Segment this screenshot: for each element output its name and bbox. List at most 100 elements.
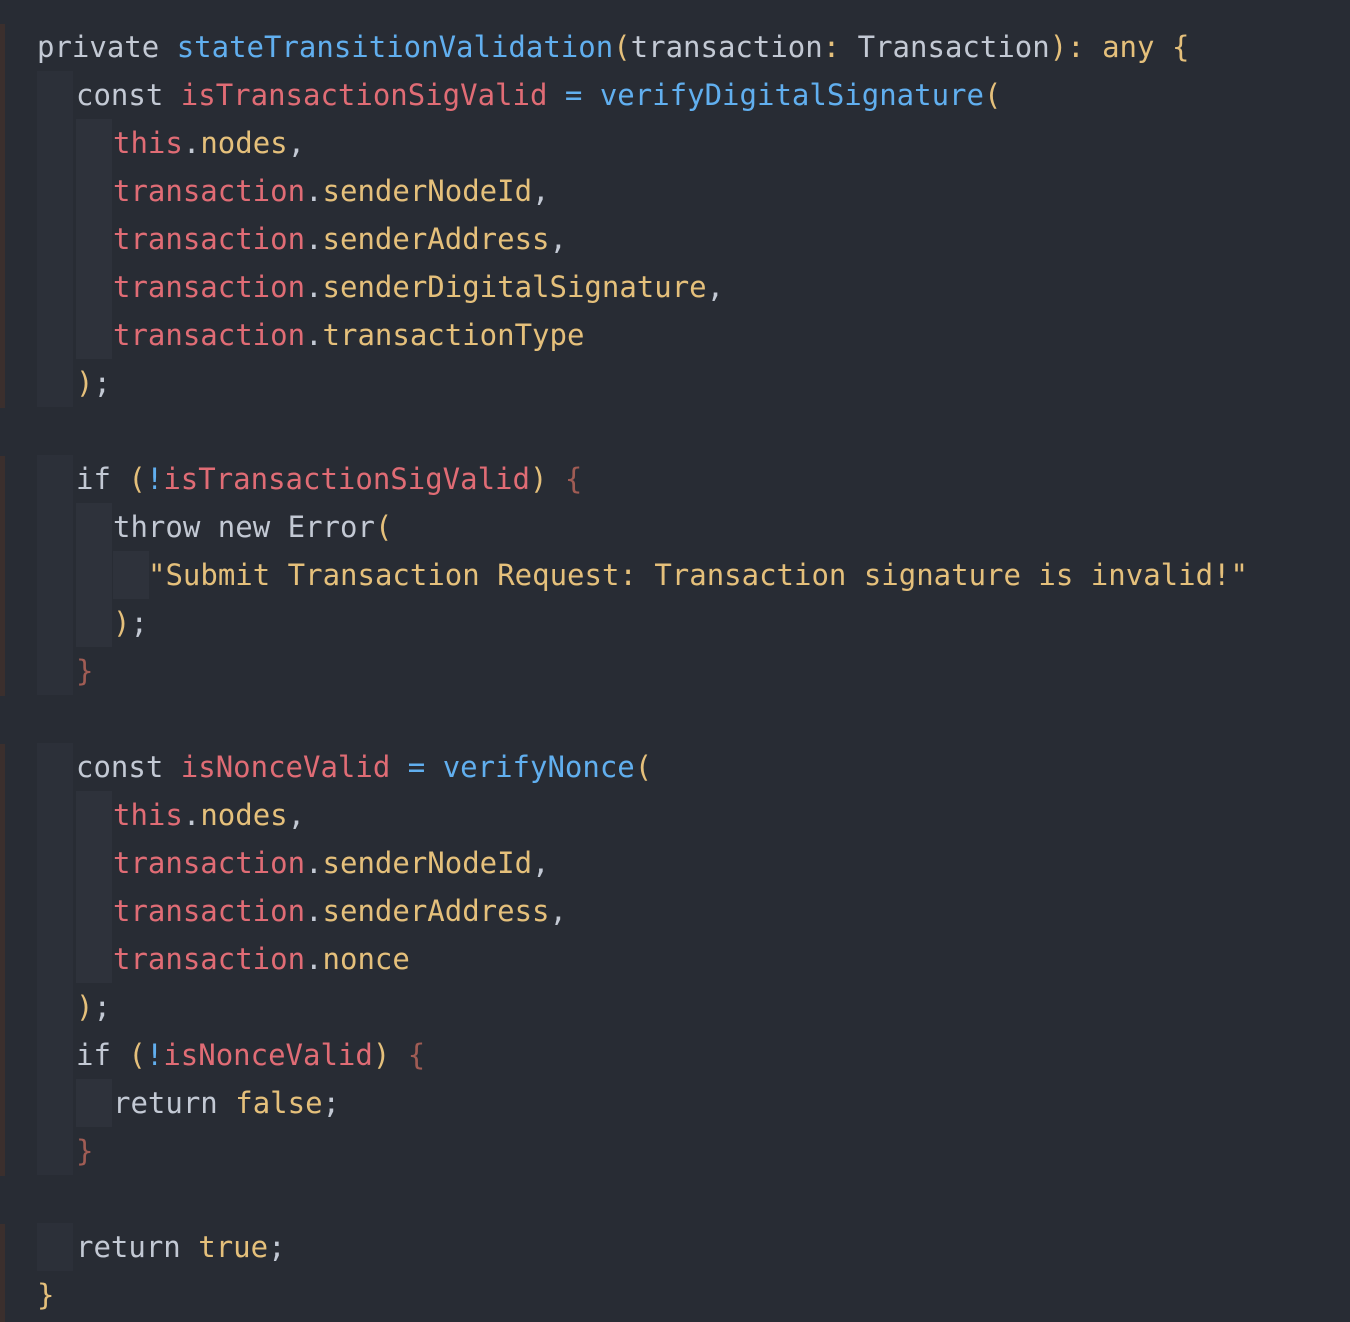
object: this bbox=[113, 126, 183, 160]
object: transaction bbox=[113, 846, 306, 880]
code-line[interactable]: this.nodes, bbox=[0, 791, 305, 839]
code-line[interactable]: transaction.senderNodeId, bbox=[0, 839, 550, 887]
variable: isTransactionSigValid bbox=[180, 78, 548, 112]
semicolon: ; bbox=[268, 1230, 286, 1264]
function-name: verifyNonce bbox=[442, 750, 635, 784]
indent-guide bbox=[37, 167, 73, 215]
indent-guide bbox=[37, 359, 73, 407]
keyword: return bbox=[76, 1230, 181, 1264]
indent-guide bbox=[37, 1127, 73, 1175]
indent-guide bbox=[37, 551, 73, 599]
object: this bbox=[113, 798, 183, 832]
brace: } bbox=[76, 654, 94, 688]
object: transaction bbox=[113, 270, 306, 304]
code-line[interactable]: if (!isTransactionSigValid) { bbox=[0, 455, 582, 503]
dot: . bbox=[305, 318, 323, 352]
object: transaction bbox=[113, 318, 306, 352]
code-line[interactable]: } bbox=[0, 1271, 70, 1319]
return-type: any bbox=[1102, 30, 1155, 64]
comma: , bbox=[287, 798, 306, 832]
code-line[interactable]: throw new Error( bbox=[0, 503, 392, 551]
colon: : bbox=[822, 30, 858, 64]
code-line[interactable]: if (!isNonceValid) { bbox=[0, 1031, 425, 1079]
comma: , bbox=[549, 222, 567, 256]
property: nodes bbox=[200, 798, 288, 832]
code-line[interactable]: ); bbox=[0, 983, 111, 1031]
code-line[interactable]: transaction.senderDigitalSignature, bbox=[0, 263, 724, 311]
code-line[interactable]: transaction.senderAddress, bbox=[0, 215, 567, 263]
code-line[interactable]: ); bbox=[0, 359, 111, 407]
indent-guide bbox=[76, 167, 112, 215]
dot: . bbox=[305, 270, 323, 304]
type: Transaction bbox=[857, 30, 1050, 64]
paren: ) bbox=[372, 1038, 391, 1072]
indent-guide bbox=[76, 887, 112, 935]
brace: { bbox=[1171, 30, 1190, 64]
comma: , bbox=[532, 846, 550, 880]
indent-guide bbox=[37, 1031, 73, 1079]
keyword: private bbox=[37, 30, 160, 64]
code-line[interactable]: } bbox=[0, 1127, 93, 1175]
code-line[interactable]: const isNonceValid = verifyNonce( bbox=[0, 743, 652, 791]
indent-guide bbox=[76, 311, 112, 359]
paren: ( bbox=[613, 30, 631, 64]
property: senderAddress bbox=[322, 222, 550, 256]
property: nodes bbox=[200, 126, 288, 160]
code-line[interactable]: transaction.nonce bbox=[0, 935, 410, 983]
indent-guide bbox=[113, 551, 149, 599]
code-line[interactable]: return false; bbox=[0, 1079, 340, 1127]
paren: ) bbox=[1049, 30, 1068, 64]
indent-guide bbox=[37, 263, 73, 311]
indent-guide bbox=[76, 503, 112, 551]
keyword: new bbox=[217, 510, 271, 544]
code-line[interactable]: const isTransactionSigValid = verifyDigi… bbox=[0, 71, 1001, 119]
property: senderNodeId bbox=[322, 846, 533, 880]
operator: ! bbox=[145, 1038, 164, 1072]
indent-guide bbox=[76, 935, 112, 983]
comma: , bbox=[287, 126, 306, 160]
variable: isNonceValid bbox=[180, 750, 391, 784]
code-line[interactable]: ); bbox=[0, 599, 148, 647]
indent-guide bbox=[37, 887, 73, 935]
semicolon: ; bbox=[322, 1086, 341, 1120]
dot: . bbox=[305, 846, 323, 880]
semicolon: ; bbox=[93, 990, 111, 1024]
property: nonce bbox=[322, 942, 410, 976]
indent-guide bbox=[37, 1079, 73, 1127]
property: senderAddress bbox=[322, 894, 550, 928]
comma: , bbox=[706, 270, 725, 304]
indent-guide bbox=[37, 983, 73, 1031]
code-line[interactable]: "Submit Transaction Request: Transaction… bbox=[0, 551, 1248, 599]
code-line[interactable]: } bbox=[0, 647, 93, 695]
code-line[interactable]: transaction.senderNodeId, bbox=[0, 167, 550, 215]
brace: } bbox=[37, 1278, 55, 1312]
indent-guide bbox=[37, 647, 73, 695]
code-line[interactable]: private stateTransitionValidation(transa… bbox=[0, 23, 1189, 71]
dot: . bbox=[182, 126, 201, 160]
object: transaction bbox=[113, 174, 306, 208]
code-line[interactable]: transaction.transactionType bbox=[0, 311, 584, 359]
code-line[interactable]: this.nodes, bbox=[0, 119, 305, 167]
code-line[interactable]: return true; bbox=[0, 1223, 286, 1271]
paren: ) bbox=[76, 990, 94, 1024]
class-name: Error bbox=[287, 510, 375, 544]
property: senderNodeId bbox=[322, 174, 533, 208]
comma: , bbox=[549, 894, 567, 928]
indent-guide bbox=[76, 839, 112, 887]
paren: ( bbox=[128, 1038, 146, 1072]
operator: = bbox=[564, 78, 583, 112]
paren: ( bbox=[634, 750, 653, 784]
operator: = bbox=[407, 750, 426, 784]
indent-guide bbox=[37, 119, 73, 167]
keyword: throw bbox=[113, 510, 201, 544]
variable: isTransactionSigValid bbox=[163, 462, 530, 496]
code-line[interactable]: transaction.senderAddress, bbox=[0, 887, 567, 935]
code-editor[interactable]: private stateTransitionValidation(transa… bbox=[0, 0, 1350, 1322]
indent-guide bbox=[37, 935, 73, 983]
indent-guide bbox=[76, 599, 112, 647]
brace: { bbox=[564, 462, 583, 496]
colon: : bbox=[1067, 30, 1103, 64]
object: transaction bbox=[113, 942, 306, 976]
keyword: return bbox=[113, 1086, 218, 1120]
keyword: if bbox=[76, 1038, 111, 1072]
